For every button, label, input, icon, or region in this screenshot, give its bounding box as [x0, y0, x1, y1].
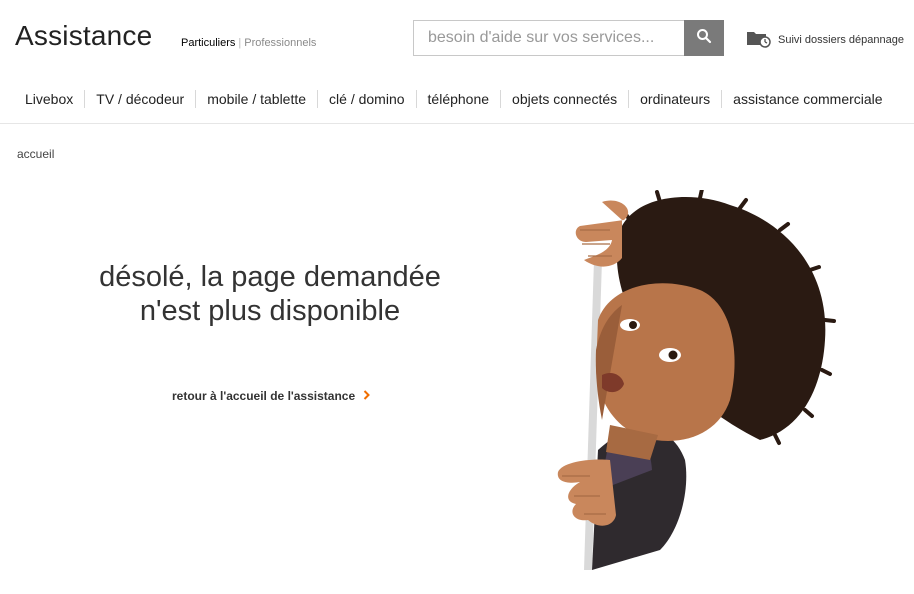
chevron-right-icon — [363, 389, 371, 403]
nav-item-livebox[interactable]: Livebox — [15, 91, 84, 107]
nav-item-phone[interactable]: téléphone — [417, 91, 501, 107]
segment-particuliers[interactable]: Particuliers — [181, 37, 235, 49]
brand-title[interactable]: Assistance — [15, 20, 152, 52]
error-title: désolé, la page demandée n'est plus disp… — [60, 260, 480, 328]
segment-separator: | — [238, 37, 242, 49]
breadcrumb-home[interactable]: accueil — [17, 147, 54, 161]
segment-switch: Particuliers | Professionnels — [181, 37, 316, 49]
nav-item-key[interactable]: clé / domino — [318, 91, 415, 107]
back-to-home-link[interactable]: retour à l'accueil de l'assistance — [172, 389, 371, 403]
peeking-person-illustration — [540, 187, 840, 575]
header-divider — [0, 123, 914, 124]
breadcrumb: accueil — [17, 147, 54, 161]
search-button[interactable] — [684, 20, 724, 56]
nav-item-mobile[interactable]: mobile / tablette — [196, 91, 317, 107]
page: Assistance Particuliers|Professionnels S… — [0, 0, 914, 594]
nav-item-computers[interactable]: ordinateurs — [629, 91, 721, 107]
error-title-line2: n'est plus disponible — [139, 295, 401, 327]
segment-professionnels[interactable]: Professionnels — [244, 37, 316, 49]
nav-item-tv[interactable]: TV / décodeur — [85, 91, 195, 107]
search-icon — [696, 28, 712, 49]
nav-item-connected-objects[interactable]: objets connectés — [501, 91, 628, 107]
nav-item-commercial[interactable]: assistance commerciale — [722, 91, 893, 107]
tracker-label: Suivi dossiers dépannage — [778, 33, 904, 46]
search-input[interactable] — [414, 21, 684, 55]
search-bar — [413, 20, 724, 56]
main-nav: Livebox TV / décodeur mobile / tablette … — [15, 90, 894, 108]
folder-clock-icon — [746, 28, 772, 51]
back-link-label: retour à l'accueil de l'assistance — [172, 389, 356, 403]
error-title-line1: désolé, la page demandée — [99, 261, 441, 293]
repair-tracking-link[interactable]: Suivi dossiers dépannage — [746, 28, 904, 51]
